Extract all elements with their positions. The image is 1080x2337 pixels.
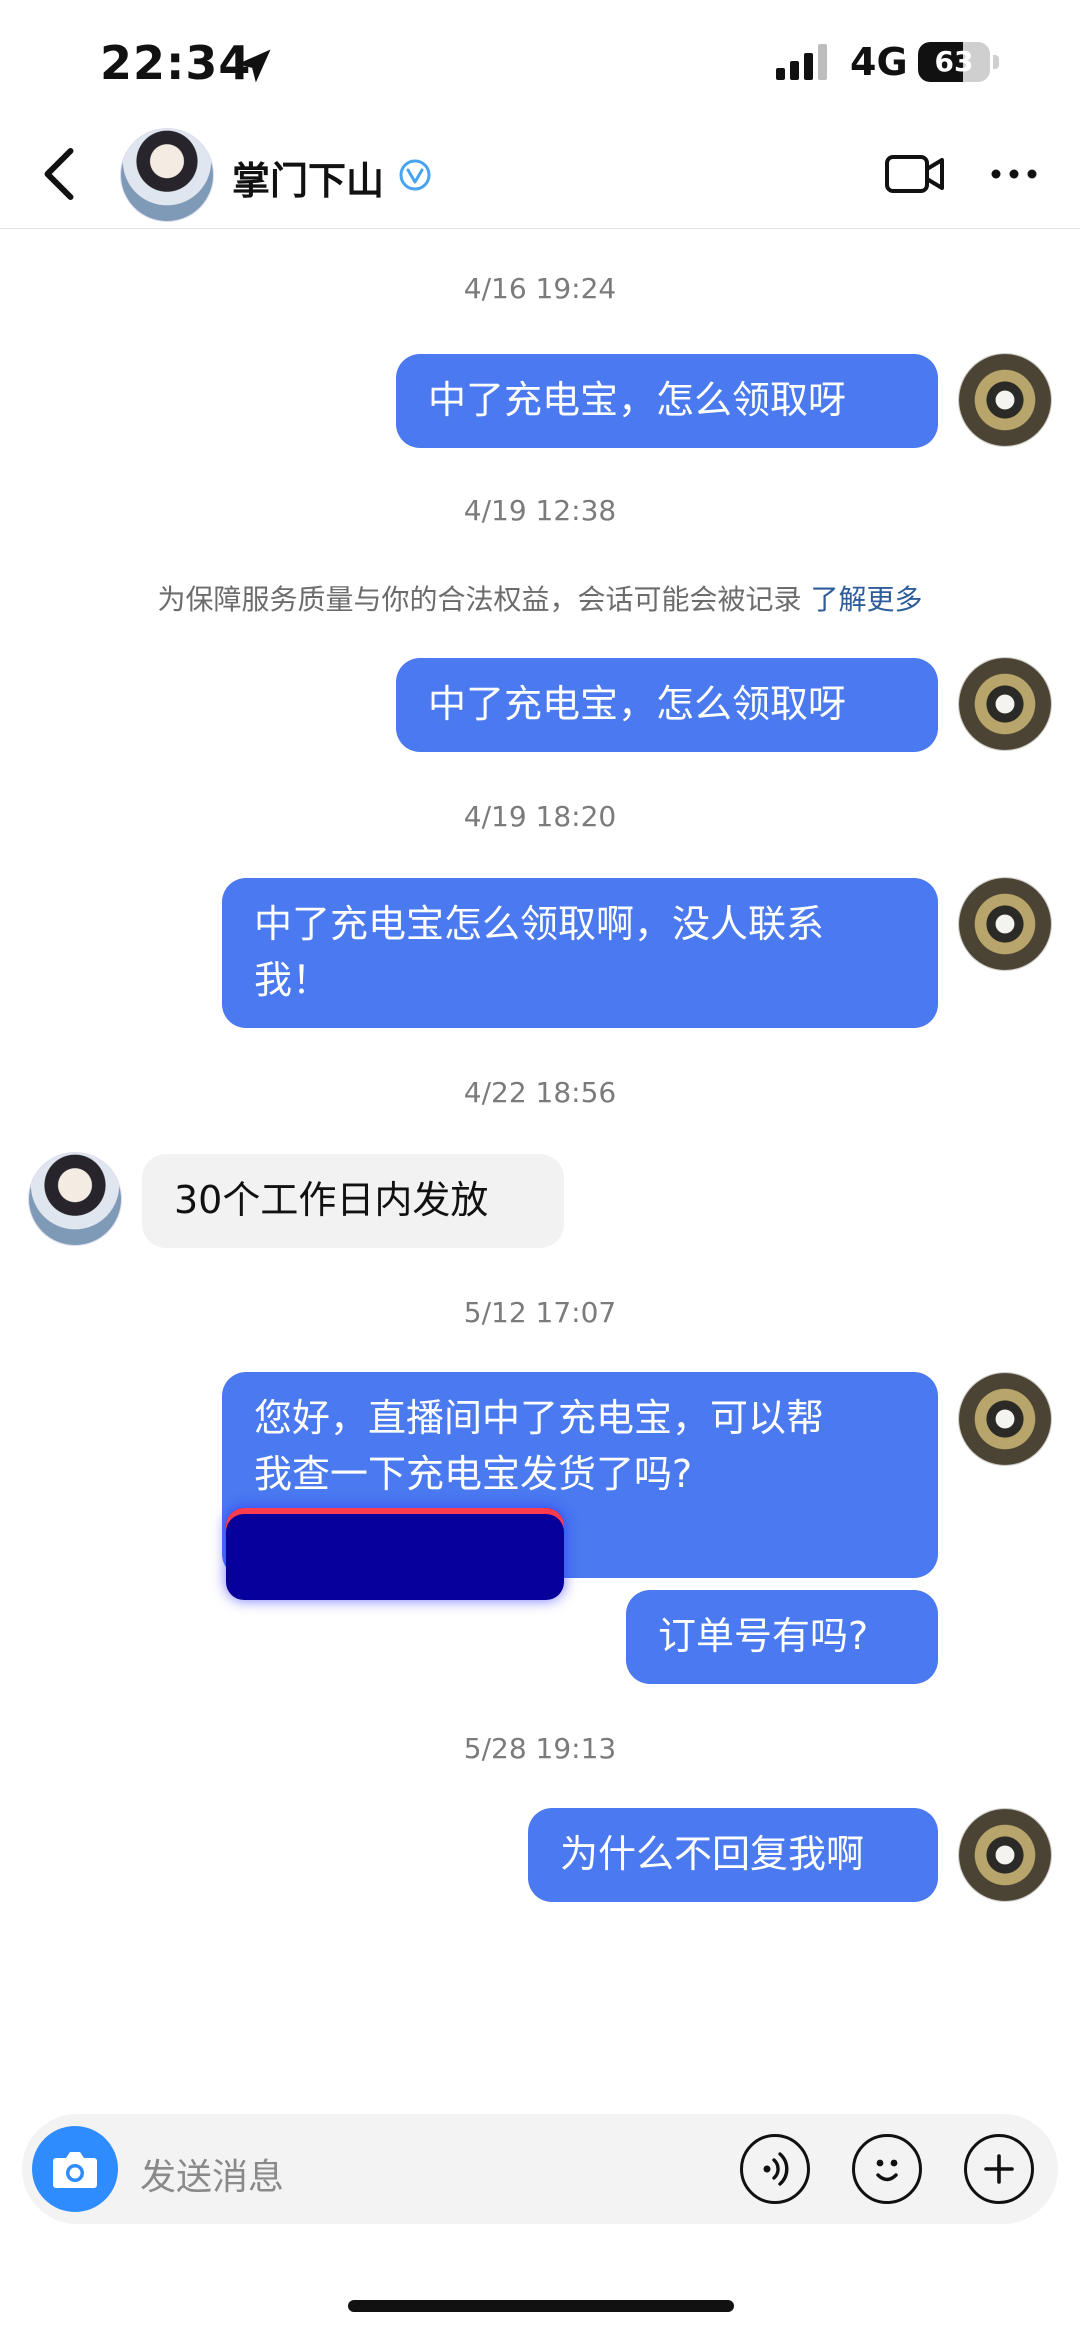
timestamp: 5/28 19:13 bbox=[463, 1732, 617, 1765]
camera-button[interactable] bbox=[32, 2126, 118, 2212]
back-icon[interactable] bbox=[34, 146, 84, 202]
message-line: 中了充电宝怎么领取啊，没人联系 bbox=[254, 902, 825, 946]
emoji-icon bbox=[876, 2159, 898, 2182]
contact-avatar[interactable] bbox=[120, 128, 214, 222]
redaction-scribble bbox=[226, 1508, 564, 1600]
my-avatar[interactable] bbox=[958, 657, 1052, 751]
my-avatar[interactable] bbox=[958, 877, 1052, 971]
network-type: 4G bbox=[850, 40, 908, 84]
message-input-bar: 发送消息 bbox=[22, 2114, 1058, 2224]
home-indicator[interactable] bbox=[348, 2300, 734, 2312]
timestamp: 4/19 18:20 bbox=[463, 800, 617, 833]
contact-name[interactable]: 掌门下山 bbox=[232, 150, 384, 205]
message-line: 我查一下充电宝发货了吗? bbox=[254, 1452, 693, 1496]
learn-more-link[interactable]: 了解更多 bbox=[810, 583, 922, 616]
voice-button[interactable] bbox=[740, 2134, 810, 2204]
notice-text: 为保障服务质量与你的合法权益，会话可能会被记录 bbox=[157, 583, 802, 616]
battery-icon: 63 bbox=[918, 42, 1000, 82]
timestamp: 4/19 12:38 bbox=[463, 494, 617, 527]
location-arrow-icon bbox=[237, 49, 271, 83]
my-avatar[interactable] bbox=[958, 353, 1052, 447]
camera-icon bbox=[53, 2152, 97, 2188]
status-time: 22:34 bbox=[100, 36, 252, 90]
more-icon[interactable] bbox=[990, 168, 1038, 180]
emoji-button[interactable] bbox=[852, 2134, 922, 2204]
contact-avatar[interactable] bbox=[28, 1152, 122, 1246]
verified-badge-icon bbox=[399, 159, 431, 191]
message-bubble-outgoing[interactable]: 订单号有吗? bbox=[626, 1590, 938, 1684]
video-call-icon[interactable] bbox=[884, 152, 946, 196]
message-bubble-outgoing[interactable]: 中了充电宝，怎么领取呀 bbox=[396, 658, 938, 752]
plus-icon bbox=[984, 2154, 1014, 2184]
chat-header: 掌门下山 bbox=[0, 120, 1080, 229]
signal-bars-icon bbox=[776, 44, 827, 80]
timestamp: 4/16 19:24 bbox=[463, 272, 617, 305]
plus-button[interactable] bbox=[964, 2134, 1034, 2204]
timestamp: 4/22 18:56 bbox=[463, 1076, 617, 1109]
message-input[interactable]: 发送消息 bbox=[140, 2148, 284, 2200]
message-bubble-outgoing[interactable]: 为什么不回复我啊 bbox=[528, 1808, 938, 1902]
message-line: 您好，直播间中了充电宝，可以帮 bbox=[254, 1396, 825, 1440]
voice-icon bbox=[763, 2152, 789, 2186]
my-avatar[interactable] bbox=[958, 1372, 1052, 1466]
my-avatar[interactable] bbox=[958, 1808, 1052, 1902]
message-bubble-outgoing[interactable]: 中了充电宝怎么领取啊，没人联系 我！ bbox=[222, 878, 938, 1028]
timestamp: 5/12 17:07 bbox=[463, 1296, 617, 1329]
message-bubble-incoming[interactable]: 30个工作日内发放 bbox=[142, 1154, 564, 1248]
message-bubble-outgoing[interactable]: 中了充电宝，怎么领取呀 bbox=[396, 354, 938, 448]
message-line: 我！ bbox=[254, 958, 331, 1002]
battery-level: 63 bbox=[934, 45, 974, 78]
privacy-notice: 为保障服务质量与你的合法权益，会话可能会被记录 了解更多 bbox=[0, 578, 1080, 618]
